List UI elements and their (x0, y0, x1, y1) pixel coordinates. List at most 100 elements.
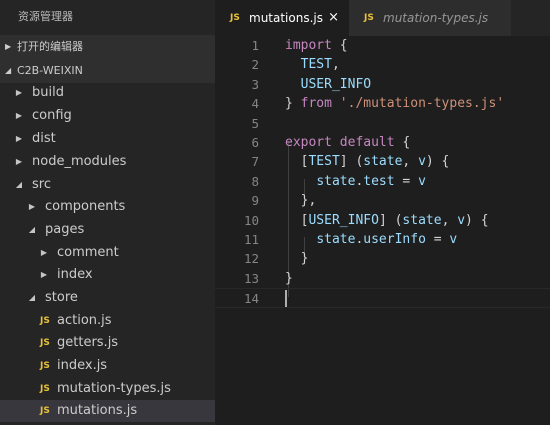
code-line[interactable]: 12 } (215, 249, 550, 268)
code-text: import { (285, 38, 348, 53)
chevron-down-icon[interactable]: ◢ (27, 219, 37, 241)
code-text: [USER_INFO] (state, v) { (285, 212, 489, 228)
open-editors-label: 打开的编辑器 (17, 40, 83, 53)
code-text: TEST, (300, 57, 340, 73)
line-number: 1 (251, 38, 259, 53)
tab-mutation-types-js[interactable]: JS mutation-types.js (349, 0, 511, 36)
open-editors-section[interactable]: ▶ 打开的编辑器 (0, 35, 215, 59)
code-line[interactable]: 5 (215, 114, 550, 133)
tree-file[interactable]: JS mutations.js (0, 400, 215, 422)
chevron-right-icon: ▶ (5, 42, 12, 51)
tab-mutations-js[interactable]: JS mutations.js × (215, 0, 349, 36)
tree-item-label: build (32, 85, 64, 100)
tree-folder[interactable]: ▶ node_modules (0, 151, 215, 173)
code-line[interactable]: 10 [USER_INFO] (state, v) { (215, 211, 550, 230)
line-number: 12 (243, 251, 259, 267)
tree-folder[interactable]: ◢ src (0, 174, 215, 196)
js-file-icon: JS (230, 13, 240, 23)
project-section[interactable]: ◢ C2B-WEIXIN (0, 59, 215, 83)
tree-folder[interactable]: ▶ dist (0, 128, 215, 150)
code-line[interactable]: 11 state.userInfo = v (215, 230, 550, 249)
tree-item-label: comment (57, 245, 119, 260)
tree-folder[interactable]: ◢ store (0, 287, 215, 309)
line-number: 3 (251, 76, 259, 92)
code-line[interactable]: 4 } from './mutation-types.js' (215, 94, 550, 113)
tree-folder[interactable]: ▶ comment (0, 242, 215, 264)
js-file-icon: JS (40, 361, 50, 371)
code-text: [TEST] (state, v) { (285, 154, 450, 170)
chevron-right-icon[interactable]: ▶ (39, 242, 49, 264)
code-line[interactable]: 13} (215, 269, 550, 288)
chevron-right-icon[interactable]: ▶ (14, 105, 24, 127)
tree-item-label: mutation-types.js (57, 381, 171, 396)
chevron-right-icon[interactable]: ▶ (39, 264, 49, 286)
tree-item-label: mutations.js (57, 403, 138, 418)
tree-item-label: getters.js (57, 335, 119, 350)
tree-folder[interactable]: ◢ pages (0, 219, 215, 241)
code-text: } (285, 251, 309, 267)
tree-item-label: components (45, 199, 126, 214)
line-number: 2 (251, 57, 259, 73)
js-file-icon: JS (364, 13, 374, 23)
code-text: state.userInfo = v (316, 232, 458, 247)
code-text: USER_INFO (300, 76, 372, 92)
tree-folder[interactable]: ▶ index (0, 264, 215, 286)
chevron-right-icon[interactable]: ▶ (14, 151, 24, 173)
tree-item-label: config (32, 108, 72, 123)
line-number: 14 (243, 291, 259, 307)
chevron-right-icon[interactable]: ▶ (14, 82, 24, 104)
text-cursor (285, 290, 287, 307)
code-text: } from './mutation-types.js' (285, 96, 505, 112)
tree-folder[interactable]: ▶ components (0, 196, 215, 218)
code-line[interactable]: 6 export default { (215, 133, 550, 152)
code-text: export default { (285, 135, 411, 150)
chevron-right-icon[interactable]: ▶ (14, 128, 24, 150)
code-editor[interactable]: 1 import {2 TEST, 3 USER_INFO 4} from './mu… (215, 36, 550, 425)
js-file-icon: JS (40, 406, 50, 416)
tree-file[interactable]: JS mutation-types.js (0, 378, 215, 400)
tree-item-label: index (57, 267, 93, 282)
tree-item-label: pages (45, 222, 85, 237)
line-number: 8 (251, 173, 259, 189)
chevron-down-icon[interactable]: ◢ (27, 287, 37, 309)
line-number: 5 (251, 115, 259, 131)
tree-item-label: action.js (57, 313, 112, 328)
code-line[interactable]: 2 TEST, (215, 55, 550, 74)
tree-item-label: dist (32, 131, 56, 146)
code-line[interactable]: 9 }, (215, 191, 550, 210)
code-text: }, (285, 193, 317, 209)
chevron-down-icon[interactable]: ◢ (14, 174, 24, 196)
tree-item-label: src (32, 177, 51, 192)
code-line[interactable]: 1 import { (215, 36, 550, 55)
line-number: 6 (251, 135, 259, 150)
code-line[interactable]: 8 state.test = v (215, 172, 550, 191)
code-text: state.test = v (316, 173, 426, 189)
tree-file[interactable]: JS getters.js (0, 332, 215, 354)
tree-item-label: store (45, 290, 78, 305)
code-line[interactable]: 3 USER_INFO (215, 75, 550, 94)
line-number: 4 (251, 96, 259, 112)
tab-label: mutation-types.js (383, 11, 489, 25)
tree-item-label: index.js (57, 358, 108, 373)
explorer-title: 资源管理器 (18, 10, 73, 23)
js-file-icon: JS (40, 338, 50, 348)
chevron-down-icon: ◢ (5, 66, 12, 75)
line-number: 10 (243, 212, 259, 228)
explorer-sidebar: 资源管理器 ▶ 打开的编辑器 ◢ C2B-WEIXIN ▶ build ▶ confi… (0, 0, 215, 425)
line-number: 7 (251, 154, 259, 170)
tree-folder[interactable]: ▶ build (0, 82, 215, 104)
code-line[interactable]: 7 [TEST] (state, v) { (215, 152, 550, 171)
line-number: 9 (251, 193, 259, 209)
line-number: 11 (243, 232, 259, 247)
code-text: } (285, 270, 293, 286)
tree-file[interactable]: JS action.js (0, 310, 215, 332)
close-icon[interactable]: × (328, 0, 339, 36)
js-file-icon: JS (40, 316, 50, 326)
line-number: 13 (243, 270, 259, 286)
tree-folder[interactable]: ▶ config (0, 105, 215, 127)
tab-label: mutations.js (249, 11, 323, 25)
tree-file[interactable]: JS index.js (0, 355, 215, 377)
code-line[interactable]: 14 (215, 288, 550, 308)
chevron-right-icon[interactable]: ▶ (27, 196, 37, 218)
js-file-icon: JS (40, 384, 50, 394)
